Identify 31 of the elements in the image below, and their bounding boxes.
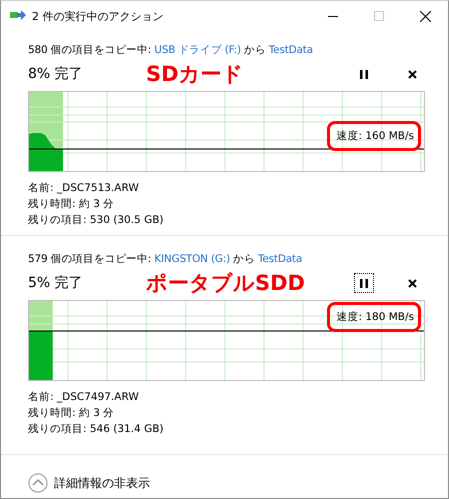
speed-label: 速度: 160 MB/s xyxy=(327,121,421,151)
detail-text: 残り時間: 約 3 分 xyxy=(28,197,116,212)
toggle-details-button[interactable]: 詳細情報の非表示 xyxy=(28,473,150,493)
copy-status-text: 579 個の項目をコピー中: KINGSTON (G:) から TestData xyxy=(28,252,304,267)
close-icon xyxy=(408,278,416,288)
pause-icon xyxy=(360,278,368,288)
detail-text: 名前: _DSC7513.ARW xyxy=(28,181,140,196)
pause-button[interactable] xyxy=(354,273,374,293)
close-icon xyxy=(420,10,430,22)
window-title: 2 件の実行中のアクション xyxy=(32,8,164,24)
detail-text: 残りの項目: 546 (31.4 GB) xyxy=(28,422,165,437)
speed-label: 速度: 180 MB/s xyxy=(327,302,421,332)
source-link[interactable]: USB ドライブ (F:) xyxy=(154,44,241,56)
copy-status-text: 580 個の項目をコピー中: USB ドライブ (F:) から TestData xyxy=(28,43,314,58)
percent-complete: 5% 完了 xyxy=(28,274,84,292)
annotation-label: SDカード xyxy=(146,61,245,88)
speed-history-area xyxy=(29,331,53,380)
detail-text: 残りの項目: 530 (30.5 GB) xyxy=(28,213,165,228)
pause-icon xyxy=(360,70,368,78)
maximize-icon xyxy=(374,11,384,21)
chevron-up-icon xyxy=(28,473,48,493)
destination-link[interactable]: TestData xyxy=(268,44,313,56)
detail-text: 名前: _DSC7497.ARW xyxy=(28,390,140,405)
copy-icon xyxy=(10,10,26,22)
close-icon xyxy=(408,70,416,78)
source-link[interactable]: KINGSTON (G:) xyxy=(154,253,230,265)
percent-complete: 8% 完了 xyxy=(28,65,84,83)
annotation-label: ポータブルSDD xyxy=(146,270,306,297)
detail-text: 残り時間: 約 3 分 xyxy=(28,406,116,421)
speed-history-area xyxy=(29,133,63,171)
destination-link[interactable]: TestData xyxy=(258,253,302,265)
